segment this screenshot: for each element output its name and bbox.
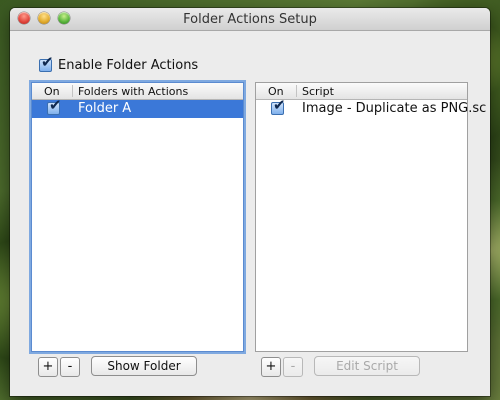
scripts-table-header: On Script — [256, 83, 467, 100]
folder-name: Folder A — [78, 101, 132, 116]
script-enabled-checkbox[interactable]: ✔ — [271, 98, 286, 115]
column-divider — [296, 85, 297, 97]
edit-script-button[interactable]: Edit Script — [314, 356, 420, 376]
folders-table-header: On Folders with Actions — [32, 83, 243, 100]
folder-row[interactable]: ✔ Folder A — [32, 98, 243, 118]
remove-folder-button[interactable]: - — [60, 357, 80, 377]
script-name: Image - Duplicate as PNG.sc — [302, 101, 487, 116]
enable-checkbox[interactable]: ✔ — [39, 55, 54, 72]
title-bar[interactable]: Folder Actions Setup — [10, 8, 490, 31]
enable-folder-actions-label: Enable Folder Actions — [58, 58, 199, 73]
show-folder-button[interactable]: Show Folder — [91, 356, 197, 376]
checkmark-icon: ✔ — [49, 96, 62, 114]
add-folder-button[interactable]: + — [38, 357, 58, 377]
column-divider — [72, 85, 73, 97]
remove-script-button[interactable]: - — [283, 357, 303, 377]
folders-table[interactable]: On Folders with Actions ✔ Folder A — [31, 82, 244, 352]
folder-enabled-checkbox[interactable]: ✔ — [47, 98, 62, 115]
column-header-folders[interactable]: Folders with Actions — [78, 85, 188, 98]
window-title: Folder Actions Setup — [183, 12, 317, 27]
script-row[interactable]: ✔ Image - Duplicate as PNG.sc — [256, 98, 486, 118]
column-header-script[interactable]: Script — [302, 85, 334, 98]
checkmark-icon: ✔ — [41, 53, 54, 71]
scripts-table[interactable]: On Script ✔ Image - Duplicate as PNG.sc — [255, 82, 486, 352]
add-script-button[interactable]: + — [261, 357, 281, 377]
folder-actions-window: Folder Actions Setup ✔ Enable Folder Act… — [10, 8, 490, 396]
checkmark-icon: ✔ — [273, 96, 286, 114]
